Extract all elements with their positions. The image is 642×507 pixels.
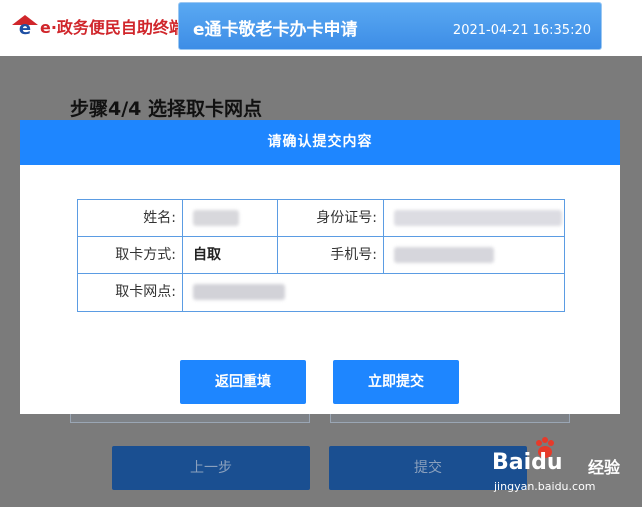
confirm-dialog: 请确认提交内容 姓名: 身份证号: 取卡方式: 自取 手机号: 取卡网点: 返回… xyxy=(20,120,620,414)
id-number-label: 身份证号: xyxy=(316,210,377,226)
prev-step-button[interactable]: 上一步 xyxy=(112,446,310,490)
step-title: 步骤4/4 选择取卡网点 xyxy=(70,98,262,120)
title-bar: e通卡敬老卡办卡申请 2021-04-21 16:35:20 xyxy=(178,2,602,50)
submit-now-button[interactable]: 立即提交 xyxy=(333,360,459,404)
back-refill-button[interactable]: 返回重填 xyxy=(180,360,306,404)
dialog-title: 请确认提交内容 xyxy=(20,120,620,165)
datetime: 2021-04-21 16:35:20 xyxy=(452,23,591,38)
baidu-jingyan-watermark: Baidu 经验 jingyan.baidu.com xyxy=(488,436,638,496)
branch-value xyxy=(183,274,564,311)
logo-text: e·政务便民自助终端 xyxy=(40,18,185,37)
pickup-method-label: 取卡方式: xyxy=(115,247,176,263)
info-table: 姓名: 身份证号: 取卡方式: 自取 手机号: 取卡网点: xyxy=(77,199,565,312)
id-number-value xyxy=(384,200,564,236)
phone-value xyxy=(384,237,564,273)
watermark-cn: 经验 xyxy=(588,458,621,477)
phone-label: 手机号: xyxy=(330,247,377,263)
app-header: e e·政务便民自助终端 e通卡敬老卡办卡申请 2021-04-21 16:35… xyxy=(0,0,642,56)
watermark-brand: Baidu xyxy=(492,450,563,475)
app-logo: e e·政务便民自助终端 xyxy=(12,14,185,38)
watermark-url: jingyan.baidu.com xyxy=(494,480,596,493)
branch-label: 取卡网点: xyxy=(115,284,176,300)
page-title: e通卡敬老卡办卡申请 xyxy=(193,20,358,40)
name-value xyxy=(183,200,277,236)
pickup-method-value: 自取 xyxy=(193,247,221,263)
name-label: 姓名: xyxy=(143,210,176,226)
house-e-icon: e xyxy=(12,15,38,38)
